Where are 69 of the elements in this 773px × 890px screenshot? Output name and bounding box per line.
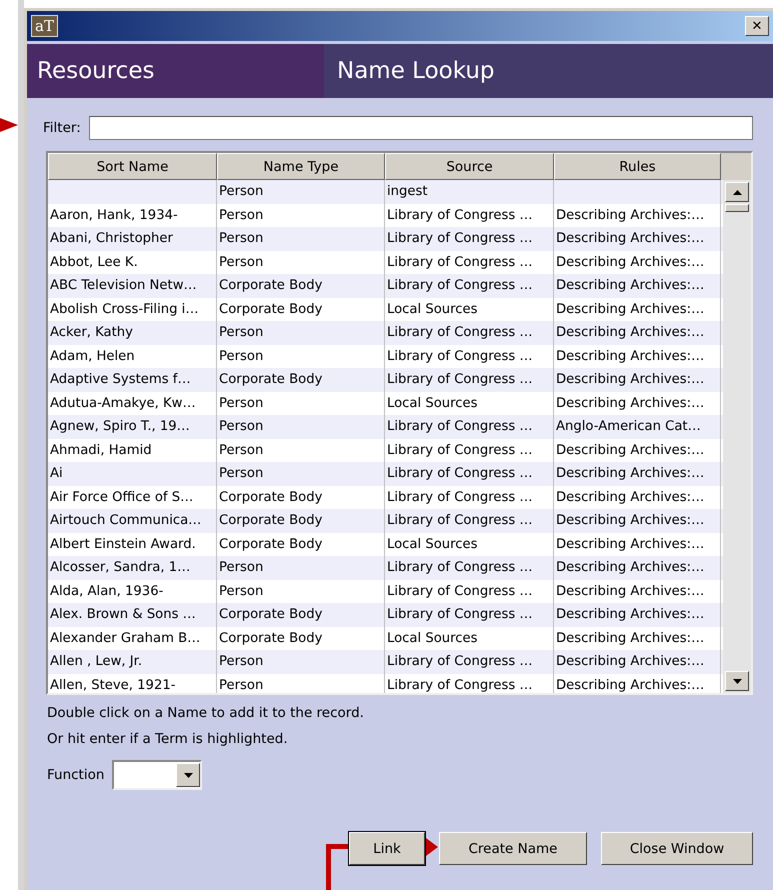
table-cell: Describing Archives:… xyxy=(554,674,721,693)
function-dropdown[interactable] xyxy=(112,760,202,790)
table-cell: Person xyxy=(217,674,385,693)
table-cell: Library of Congress … xyxy=(385,368,554,392)
table-cell: Ai xyxy=(48,462,217,486)
arrow-head-icon xyxy=(426,838,438,856)
scroll-up-icon[interactable] xyxy=(725,182,749,202)
dialog-button[interactable]: Close Window xyxy=(601,832,753,865)
table-cell: Corporate Body xyxy=(217,274,385,298)
table-cell: Alcosser, Sandra, 1… xyxy=(48,556,217,580)
table-cell: Describing Archives:… xyxy=(554,368,721,392)
table-cell: Person xyxy=(217,180,385,204)
column-header[interactable]: Name Type xyxy=(217,153,385,180)
table-cell: Describing Archives:… xyxy=(554,227,721,250)
table-cell: Library of Congress … xyxy=(385,650,554,674)
hint-text: Or hit enter if a Term is highlighted. xyxy=(47,731,289,747)
table-cell: Describing Archives:… xyxy=(554,650,721,674)
app-logo: aT xyxy=(31,15,58,37)
table-cell: Library of Congress … xyxy=(385,321,554,344)
scrollbar[interactable] xyxy=(723,153,751,693)
function-label: Function xyxy=(47,767,104,783)
table-cell: Library of Congress … xyxy=(385,509,554,532)
column-header[interactable]: Sort Name xyxy=(48,153,217,180)
table-cell: Person xyxy=(217,321,385,344)
dialog-button[interactable]: Link xyxy=(349,832,425,865)
column-header[interactable]: Source xyxy=(385,153,554,180)
table-cell: Corporate Body xyxy=(217,603,385,626)
table-cell: ABC Television Netw… xyxy=(48,274,217,298)
scroll-down-icon[interactable] xyxy=(725,671,749,691)
table-cell: ingest xyxy=(385,180,554,204)
table-cell: Allen, Steve, 1921- xyxy=(48,674,217,693)
table-cell: Person xyxy=(217,462,385,486)
table-cell: Agnew, Spiro T., 19… xyxy=(48,415,217,438)
column-header[interactable]: Rules xyxy=(554,153,721,180)
table-cell: Library of Congress … xyxy=(385,462,554,486)
table-cell: Library of Congress … xyxy=(385,674,554,693)
table-cell: Describing Archives:… xyxy=(554,603,721,626)
table-cell: Library of Congress … xyxy=(385,603,554,626)
table-cell: Allen , Lew, Jr. xyxy=(48,650,217,674)
table-cell: Describing Archives:… xyxy=(554,321,721,344)
table-cell: Describing Archives:… xyxy=(554,556,721,580)
table-cell: Alex. Brown & Sons … xyxy=(48,603,217,626)
section-title: Resources xyxy=(27,44,324,98)
table-cell: Airtouch Communica… xyxy=(48,509,217,532)
arrow-annotation xyxy=(0,116,20,134)
table-cell: Person xyxy=(217,650,385,674)
table-cell: Library of Congress … xyxy=(385,227,554,250)
table-cell: Describing Archives:… xyxy=(554,509,721,532)
table-cell: Describing Archives:… xyxy=(554,462,721,486)
table-cell: Library of Congress … xyxy=(385,556,554,580)
dialog-button[interactable]: Create Name xyxy=(439,832,587,865)
table-cell: Person xyxy=(217,415,385,438)
table-cell: Abani, Christopher xyxy=(48,227,217,250)
filter-label: Filter: xyxy=(43,120,81,136)
hint-text: Double click on a Name to add it to the record. xyxy=(47,705,365,721)
scroll-thumb[interactable] xyxy=(725,204,749,212)
table-cell: Library of Congress … xyxy=(385,274,554,298)
table-cell: Corporate Body xyxy=(217,368,385,392)
close-button[interactable]: ✕ xyxy=(745,16,769,36)
filter-field[interactable] xyxy=(88,116,753,140)
dialog-title: Name Lookup xyxy=(324,44,773,98)
table-cell: Corporate Body xyxy=(217,509,385,532)
table-cell: Anglo-American Cat… xyxy=(554,415,721,438)
table-cell: Person xyxy=(217,227,385,250)
table-cell: Describing Archives:… xyxy=(554,274,721,298)
table-cell: Person xyxy=(217,556,385,580)
table-cell: Library of Congress … xyxy=(385,415,554,438)
table-cell: Adaptive Systems f… xyxy=(48,368,217,392)
table-cell: Acker, Kathy xyxy=(48,321,217,344)
